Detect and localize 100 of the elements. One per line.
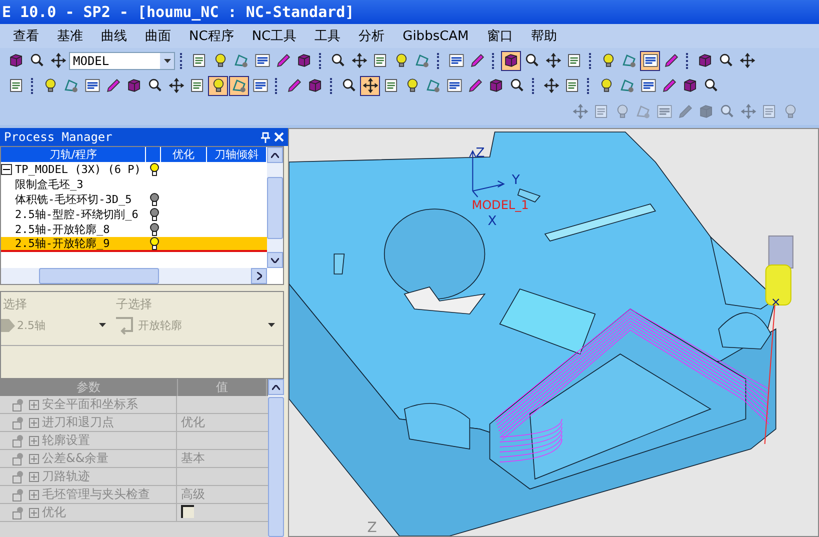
pencil-icon <box>676 103 694 120</box>
toolbar-button[interactable] <box>640 50 660 70</box>
tree-row[interactable]: 2.5轴-型腔-环绕切削_6 <box>1 207 267 222</box>
menu-item[interactable]: 基准 <box>50 25 90 47</box>
shape-icon <box>634 103 652 120</box>
pencil-icon <box>274 52 292 69</box>
magnifier-icon <box>718 52 734 69</box>
toolbar-button[interactable] <box>501 50 521 70</box>
list-icon <box>642 52 658 69</box>
parameter-name: 毛坯管理与夹头检查 <box>42 486 150 503</box>
magnifier-icon <box>146 77 164 94</box>
shape-icon <box>424 77 442 94</box>
3d-viewport[interactable]: Z Y MODEL_1 X Z <box>288 128 819 537</box>
close-icon[interactable] <box>274 132 284 142</box>
axis-label: X <box>488 214 497 229</box>
menu-item[interactable]: 曲面 <box>138 25 178 47</box>
arrows-icon <box>544 52 562 69</box>
tree-row[interactable]: 2.5轴-开放轮廓_9 <box>1 237 267 252</box>
sheet-icon <box>592 103 610 120</box>
bulb-icon[interactable] <box>150 193 158 206</box>
bulb-icon[interactable] <box>150 223 158 236</box>
subselection-label: 子选择 <box>115 296 153 313</box>
tree-row[interactable]: 2.5轴-开放轮廓_8 <box>1 222 267 237</box>
menu-item[interactable]: 分析 <box>352 25 392 47</box>
shape-icon <box>230 77 248 94</box>
menu-item[interactable]: NC工具 <box>244 25 304 47</box>
shape-icon <box>414 52 430 69</box>
vertical-scrollbar[interactable] <box>268 379 284 537</box>
magnifier-icon <box>330 52 346 69</box>
bulb-icon[interactable] <box>150 208 158 221</box>
list-icon <box>254 52 270 69</box>
bulb-icon[interactable] <box>150 237 158 250</box>
parameter-name: 轮廓设置 <box>42 432 90 449</box>
tree-row[interactable]: 体积铣-毛坯环切-3D_5 <box>1 192 267 207</box>
tree-row[interactable]: TP_MODEL (3X) (6 P) <box>1 162 267 177</box>
menu-item[interactable]: 查看 <box>6 25 46 47</box>
column-header[interactable]: 刀轨/程序 <box>1 147 146 162</box>
parameter-value: 高级 <box>180 486 205 503</box>
arrows-icon <box>572 103 588 120</box>
menu-item[interactable]: GibbsCAM <box>396 26 476 46</box>
list-icon <box>640 77 656 94</box>
tree-row[interactable]: 限制盒毛坯_3 <box>1 177 267 192</box>
toolbar-button[interactable] <box>48 50 68 70</box>
parameter-value: 基本 <box>180 450 205 467</box>
column-header[interactable]: 优化 <box>161 147 207 162</box>
menu-item[interactable]: NC程序 <box>182 25 241 47</box>
shape-icon <box>620 52 638 69</box>
model-dropdown[interactable]: MODEL <box>69 52 175 70</box>
sheet-icon <box>190 52 208 69</box>
axis-label: Z <box>476 146 485 161</box>
pencil-icon <box>662 52 680 69</box>
sheet-icon <box>8 77 24 94</box>
list-icon <box>446 77 462 94</box>
arrows-icon <box>362 77 378 94</box>
axis-label: Y <box>512 173 520 188</box>
vertical-scrollbar[interactable] <box>267 147 283 268</box>
parameter-name: 进刀和退刀点 <box>42 414 114 431</box>
panel-title: Process Manager <box>4 130 112 144</box>
menu-item[interactable]: 帮助 <box>524 25 564 47</box>
pencil-icon <box>468 52 486 69</box>
menu-item[interactable]: 窗口 <box>480 25 520 47</box>
window-title: E 10.0 - SP2 - [houmu_NC : NC-Standard] <box>0 0 819 24</box>
arrows-icon <box>738 52 756 69</box>
cube-icon <box>126 77 142 94</box>
magnifier-icon <box>524 52 540 69</box>
sheet-icon <box>372 52 388 69</box>
parameter-name: 安全平面和坐标系 <box>42 396 138 413</box>
cube-icon <box>696 52 714 69</box>
menu-item[interactable]: 曲线 <box>94 25 134 47</box>
sheet-icon <box>564 77 580 94</box>
toolbar-button[interactable] <box>166 76 186 96</box>
bulb-icon[interactable] <box>150 163 158 176</box>
toolbar-button[interactable] <box>541 76 561 96</box>
horizontal-scrollbar[interactable] <box>1 268 267 284</box>
pencil-icon <box>660 77 678 94</box>
toolbar-button[interactable] <box>360 76 380 96</box>
toolbar-button[interactable] <box>229 76 249 96</box>
shape-icon <box>232 52 250 69</box>
cube-icon <box>682 77 698 94</box>
tree-label: 体积铣-毛坯环切-3D_5 <box>14 192 132 207</box>
cube-icon <box>502 52 520 69</box>
toolbar-button[interactable] <box>349 50 369 70</box>
list-icon <box>656 103 672 120</box>
magnifier-icon <box>508 77 526 94</box>
toolbar-button[interactable] <box>737 50 757 70</box>
collapse-icon[interactable] <box>1 164 12 175</box>
arrows-icon <box>350 52 368 69</box>
caret-icon <box>268 323 275 327</box>
checkbox[interactable] <box>181 504 194 518</box>
sheet-icon <box>566 52 582 69</box>
menu-item[interactable]: 工具 <box>308 25 348 47</box>
tool-shape-icon <box>1 316 15 334</box>
toolbar-button[interactable] <box>543 50 563 70</box>
shape-icon <box>618 77 636 94</box>
cube-icon <box>8 52 24 69</box>
axis-triad-drawing <box>469 150 505 198</box>
tree-label: 2.5轴-开放轮廓_8 <box>14 222 110 237</box>
arrows-icon <box>740 103 756 120</box>
toolbar-button[interactable] <box>208 76 228 96</box>
contour-icon <box>114 315 136 335</box>
